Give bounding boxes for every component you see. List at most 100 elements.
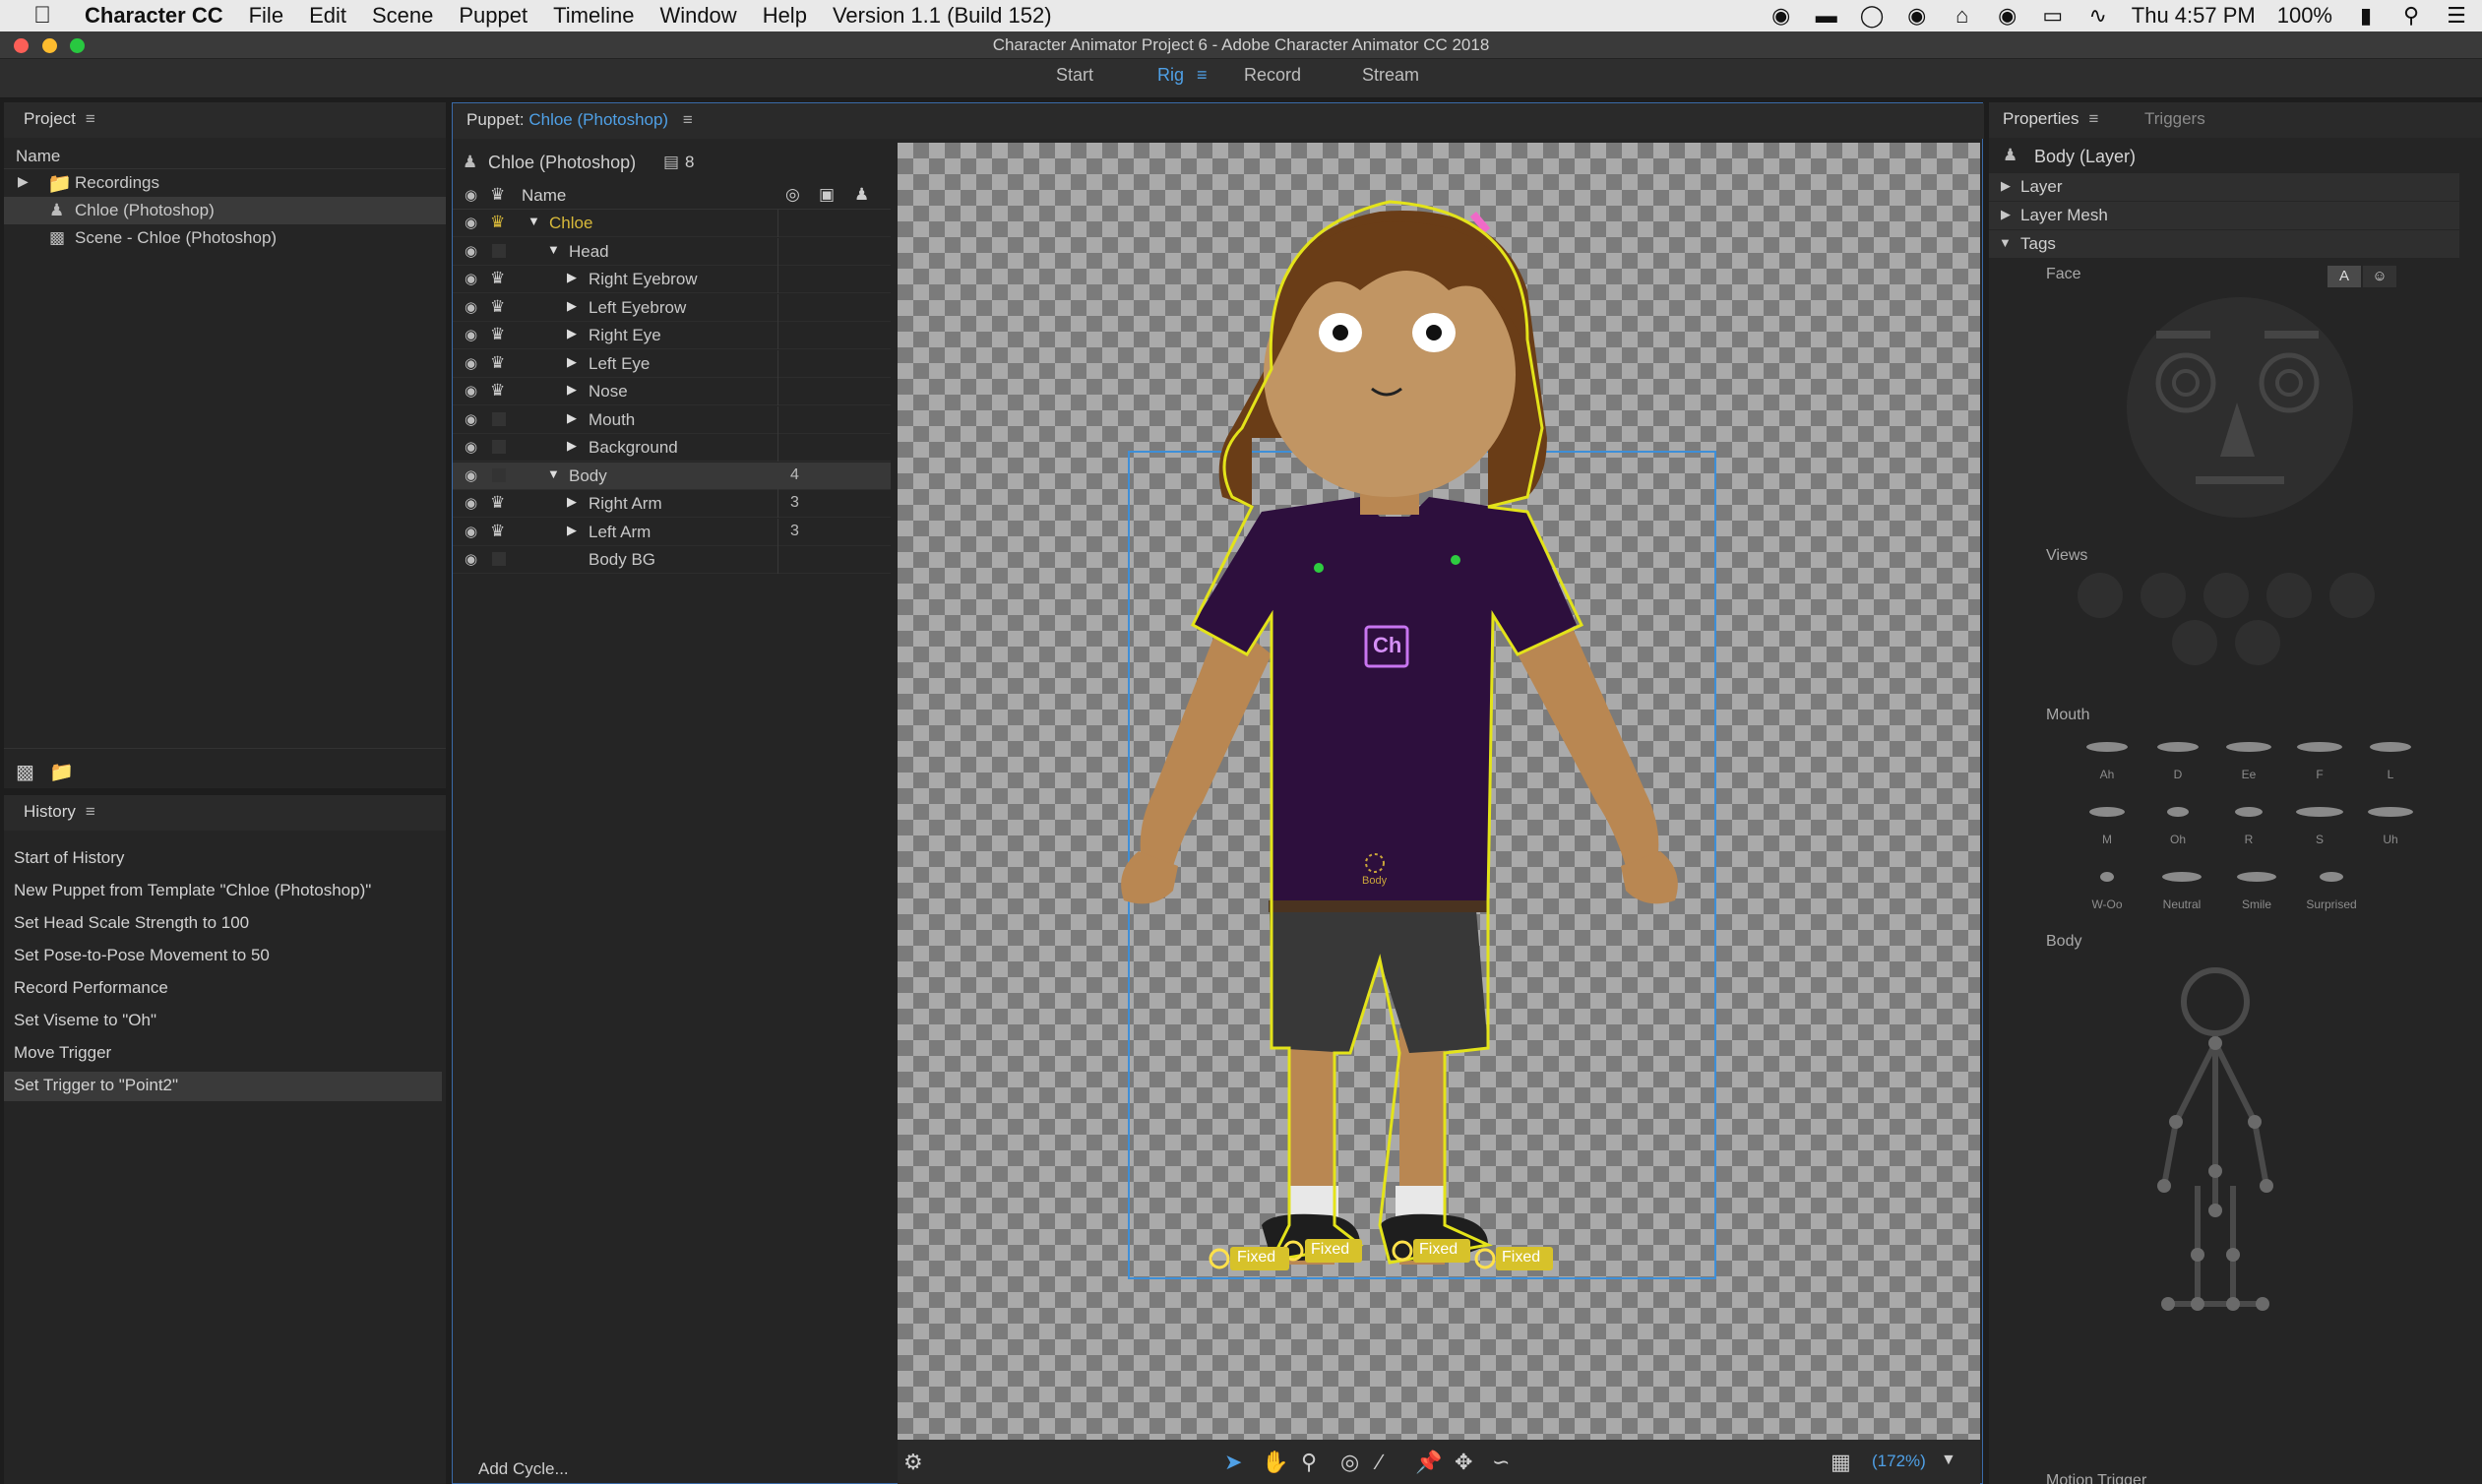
layer-row[interactable]: ◉ ▶ Mouth <box>453 405 891 434</box>
body-tag-diagram[interactable] <box>2137 964 2294 1319</box>
layer-name-column[interactable]: Name <box>522 186 566 206</box>
viseme-shape[interactable] <box>2089 807 2125 817</box>
collapse-triangle-icon[interactable]: ▼ <box>1999 235 2012 250</box>
history-item[interactable]: Record Performance <box>4 974 442 1004</box>
viseme-shape[interactable] <box>2157 742 2199 752</box>
viseme-shape[interactable] <box>2296 807 2343 817</box>
triggers-tab[interactable]: Triggers <box>2144 109 2205 129</box>
workspace-rig[interactable]: Rig <box>1157 65 1184 86</box>
expand-triangle-icon[interactable]: ▶ <box>567 382 577 398</box>
menu-version[interactable]: Version 1.1 (Build 152) <box>833 3 1052 29</box>
visibility-eye-icon[interactable]: ◉ <box>465 214 477 231</box>
layer-row[interactable]: ◉ ♛ ▶ Right Eyebrow <box>453 266 891 293</box>
expand-triangle-icon[interactable]: ▶ <box>567 410 577 426</box>
crown-icon[interactable]: ♛ <box>490 269 505 288</box>
visibility-eye-icon[interactable]: ◉ <box>465 354 477 372</box>
history-item[interactable]: Set Pose-to-Pose Movement to 50 <box>4 942 442 971</box>
handle-dot[interactable] <box>1314 563 1324 573</box>
layer-row[interactable]: ◉ ♛ ▶ Left Arm 3 <box>453 518 891 546</box>
status-icon-3[interactable]: ◉ <box>1996 3 2019 29</box>
layer-row[interactable]: ◉ ♛ ▼ Chloe <box>453 210 891 237</box>
expand-triangle-icon[interactable]: ▶ <box>567 354 577 370</box>
layer-row[interactable]: ◉ ▶ Background <box>453 434 891 462</box>
project-column-name[interactable]: Name <box>16 147 60 166</box>
menu-scene[interactable]: Scene <box>372 3 433 29</box>
viseme-shape[interactable] <box>2162 872 2202 882</box>
collapse-triangle-icon[interactable]: ▼ <box>547 242 560 257</box>
dangle-tool-icon[interactable]: ∽ <box>1492 1450 1510 1475</box>
handle-column-icon[interactable]: ▣ <box>819 185 835 205</box>
properties-panel-menu-icon[interactable]: ≡ <box>2088 109 2098 128</box>
crown-icon[interactable]: ♛ <box>490 213 505 232</box>
viseme-shape[interactable] <box>2167 807 2189 817</box>
independent-toggle[interactable] <box>492 552 506 566</box>
notification-center-icon[interactable]: ☰ <box>2445 3 2468 29</box>
visibility-eye-icon[interactable]: ◉ <box>465 438 477 456</box>
layer-row[interactable]: ◉ ♛ ▶ Left Eyebrow <box>453 293 891 322</box>
history-tab[interactable]: History ≡ <box>24 802 95 822</box>
independent-toggle[interactable] <box>492 243 506 258</box>
puppet-settings-icon[interactable]: ⚙ <box>903 1450 923 1475</box>
visibility-eye-icon[interactable]: ◉ <box>465 550 477 568</box>
clock-sync-icon[interactable]: ◯ <box>1860 3 1885 29</box>
project-panel-menu-icon[interactable]: ≡ <box>86 109 95 128</box>
spotlight-search-icon[interactable]: ⚲ <box>2399 3 2423 29</box>
stick-tool-icon[interactable]: ∕ <box>1378 1450 1382 1475</box>
viseme-shape[interactable] <box>2370 742 2411 752</box>
menu-file[interactable]: File <box>249 3 283 29</box>
history-item[interactable]: New Puppet from Template "Chloe (Photosh… <box>4 877 442 906</box>
project-item-recordings[interactable]: ▶ 📁 Recordings <box>4 169 446 197</box>
expand-triangle-icon[interactable]: ▶ <box>567 298 577 314</box>
visibility-eye-icon[interactable]: ◉ <box>465 270 477 287</box>
visibility-eye-icon[interactable]: ◉ <box>465 410 477 428</box>
project-tab[interactable]: Project ≡ <box>24 109 95 129</box>
viseme-shape[interactable] <box>2320 872 2343 882</box>
expand-triangle-icon[interactable]: ▶ <box>2001 178 2011 194</box>
view-upward[interactable] <box>2172 620 2217 665</box>
crown-icon[interactable]: ♛ <box>490 493 505 513</box>
target-column-icon[interactable]: ◎ <box>785 185 800 205</box>
pin-tool-icon[interactable]: 📌 <box>1415 1450 1442 1475</box>
selection-tool-icon[interactable]: ➤ <box>1224 1450 1242 1475</box>
visibility-eye-icon[interactable]: ◉ <box>465 523 477 540</box>
viseme-shape[interactable] <box>2235 807 2263 817</box>
section-layer-mesh[interactable]: ▶ Layer Mesh <box>1989 202 2459 229</box>
zoom-tool-icon[interactable]: ⚲ <box>1301 1450 1317 1475</box>
viseme-shape[interactable] <box>2368 807 2413 817</box>
visibility-eye-icon[interactable]: ◉ <box>465 298 477 316</box>
home-icon[interactable]: ⌂ <box>1951 3 1974 29</box>
independent-toggle[interactable] <box>492 440 506 454</box>
wifi-icon[interactable]: ∿ <box>2086 3 2110 29</box>
fixed-pin-icon[interactable] <box>1474 1248 1496 1269</box>
section-layer[interactable]: ▶ Layer <box>1989 173 2459 201</box>
fixed-pin-icon[interactable] <box>1209 1248 1230 1269</box>
expand-triangle-icon[interactable]: ▶ <box>567 270 577 285</box>
visibility-eye-icon[interactable]: ◉ <box>465 326 477 343</box>
view-quarter-left[interactable] <box>2141 573 2186 618</box>
face-text-view-toggle[interactable]: A <box>2327 266 2361 287</box>
expand-triangle-icon[interactable]: ▶ <box>2001 207 2011 222</box>
expand-triangle-icon[interactable]: ▶ <box>567 326 577 341</box>
zoom-level[interactable]: (172%) <box>1872 1452 1926 1471</box>
workspace-stream[interactable]: Stream <box>1362 65 1419 86</box>
layer-row[interactable]: ◉ ♛ ▶ Right Arm 3 <box>453 490 891 518</box>
new-scene-icon[interactable]: ▩ <box>16 760 34 784</box>
transparency-grid-icon[interactable]: ▦ <box>1830 1450 1851 1475</box>
menu-help[interactable]: Help <box>763 3 807 29</box>
layer-row[interactable]: ◉ ♛ ▶ Right Eye <box>453 322 891 349</box>
menu-app-name[interactable]: Character CC <box>85 3 223 29</box>
crown-icon[interactable]: ♛ <box>490 353 505 373</box>
history-panel-menu-icon[interactable]: ≡ <box>86 802 95 821</box>
viseme-shape[interactable] <box>2237 872 2276 882</box>
project-item-chloe-puppet[interactable]: ♟ Chloe (Photoshop) <box>4 197 446 224</box>
history-item[interactable]: Set Head Scale Strength to 100 <box>4 909 442 939</box>
view-profile-right[interactable] <box>2329 573 2375 618</box>
crown-icon[interactable]: ♛ <box>490 325 505 344</box>
expand-triangle-icon[interactable]: ▶ <box>567 438 577 454</box>
expand-triangle-icon[interactable]: ▶ <box>567 523 577 538</box>
layer-row[interactable]: ◉ ▼ Head <box>453 237 891 266</box>
independent-toggle[interactable] <box>492 467 506 482</box>
crown-icon[interactable]: ♛ <box>490 522 505 541</box>
workspace-start[interactable]: Start <box>1056 65 1093 86</box>
puppet-canvas[interactable]: Ch Body Fixed Fixed Fixed Fixed <box>898 143 1980 1440</box>
